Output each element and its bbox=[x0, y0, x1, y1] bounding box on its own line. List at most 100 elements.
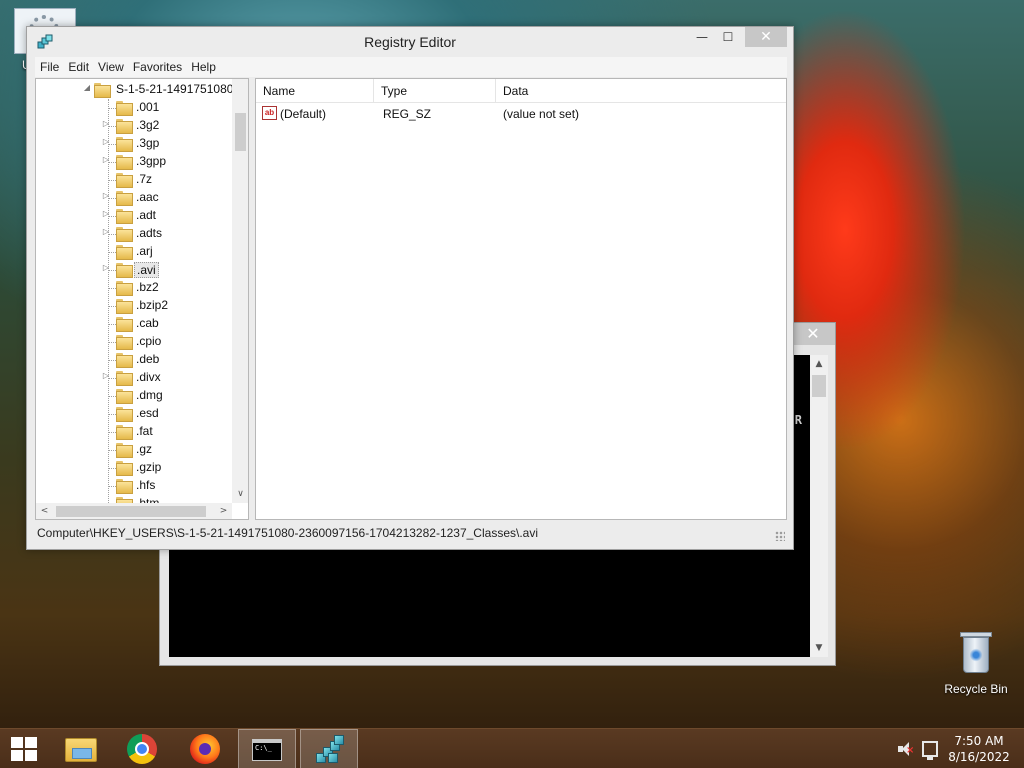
values-list-pane[interactable]: Name Type Data ab (Default) REG_SZ (valu… bbox=[255, 78, 787, 520]
taskbar-file-explorer[interactable] bbox=[52, 729, 110, 768]
console-vertical-scrollbar[interactable]: ▲ ▼ bbox=[810, 355, 828, 657]
title-bar[interactable]: Registry Editor — ☐ ✕ bbox=[27, 27, 793, 57]
tree-item-label: .deb bbox=[136, 352, 160, 366]
tree-item[interactable]: .gzip bbox=[36, 459, 232, 477]
menu-file[interactable]: File bbox=[35, 57, 63, 77]
tree-item-label: .dmg bbox=[136, 388, 163, 402]
menu-edit[interactable]: Edit bbox=[63, 57, 93, 77]
tree-item-label: .gzip bbox=[136, 460, 162, 474]
value-type: REG_SZ bbox=[383, 107, 432, 121]
tree-item[interactable]: .dmg bbox=[36, 387, 232, 405]
file-explorer-icon bbox=[65, 738, 97, 762]
tree-item-label: .001 bbox=[136, 100, 160, 114]
folder-icon bbox=[116, 353, 133, 368]
tree-item[interactable]: ▷ .adts bbox=[36, 225, 232, 243]
column-header-type[interactable]: Type bbox=[374, 79, 496, 103]
folder-icon bbox=[116, 407, 133, 422]
taskbar-firefox[interactable] bbox=[176, 729, 234, 768]
system-clock[interactable]: 7:50 AM 8/16/2022 bbox=[946, 733, 1012, 765]
tree-item[interactable]: .cab bbox=[36, 315, 232, 333]
expand-arrow-icon[interactable]: ▷ bbox=[101, 155, 111, 164]
tree-connector bbox=[108, 306, 116, 307]
expand-arrow-icon[interactable]: ▷ bbox=[101, 371, 111, 380]
tree-hscroll-thumb[interactable] bbox=[56, 506, 206, 517]
tree-connector bbox=[108, 288, 116, 289]
tree-item-label: .aac bbox=[136, 190, 159, 204]
taskbar-registry-editor[interactable] bbox=[300, 729, 358, 768]
menu-help[interactable]: Help bbox=[186, 57, 220, 77]
tree-item[interactable]: ▷ .aac bbox=[36, 189, 232, 207]
tree-connector bbox=[108, 324, 116, 325]
column-header-data[interactable]: Data bbox=[496, 79, 784, 103]
expand-arrow-icon[interactable]: ▷ bbox=[101, 191, 111, 200]
folder-icon bbox=[116, 191, 133, 206]
maximize-button[interactable]: ☐ bbox=[715, 27, 741, 47]
tree-connector bbox=[108, 252, 116, 253]
window-title: Registry Editor bbox=[364, 34, 456, 50]
tree-scroll-thumb[interactable] bbox=[235, 113, 246, 151]
tree-item[interactable]: .7z bbox=[36, 171, 232, 189]
command-prompt-icon: C:\_ bbox=[252, 739, 282, 761]
close-button[interactable]: ✕ bbox=[745, 27, 787, 47]
registry-editor-icon bbox=[314, 735, 346, 765]
chevron-right-icon[interactable]: > bbox=[215, 503, 232, 519]
chevron-left-icon[interactable]: < bbox=[36, 503, 53, 519]
taskbar-chrome[interactable] bbox=[114, 729, 172, 768]
taskbar-command-prompt[interactable]: C:\_ bbox=[238, 729, 296, 768]
tree-item[interactable]: ▷ .3g2 bbox=[36, 117, 232, 135]
tree-item-label: .avi bbox=[134, 262, 159, 278]
tree-connector bbox=[108, 108, 116, 109]
registry-editor-window[interactable]: Registry Editor — ☐ ✕ File Edit View Favori… bbox=[26, 26, 794, 550]
tree-item[interactable]: .esd bbox=[36, 405, 232, 423]
expand-arrow-icon[interactable]: ▷ bbox=[101, 119, 111, 128]
tree-item[interactable]: ▷ .avi bbox=[36, 261, 232, 279]
tree-item[interactable]: .bzip2 bbox=[36, 297, 232, 315]
value-row[interactable]: ab (Default) REG_SZ (value not set) bbox=[256, 105, 786, 123]
value-data: (value not set) bbox=[503, 107, 580, 121]
expand-arrow-icon[interactable]: ▷ bbox=[101, 209, 111, 218]
tree-item-label: .cpio bbox=[136, 334, 162, 348]
scroll-up-icon[interactable]: ▲ bbox=[810, 355, 828, 373]
column-header-name[interactable]: Name bbox=[256, 79, 374, 103]
tree-item[interactable]: ▷ .3gp bbox=[36, 135, 232, 153]
tree-vertical-scrollbar[interactable]: ∨ bbox=[232, 79, 248, 503]
tree-item[interactable]: .deb bbox=[36, 351, 232, 369]
tree-item[interactable]: .fat bbox=[36, 423, 232, 441]
network-icon[interactable] bbox=[922, 741, 938, 760]
tree-item-label: .cab bbox=[136, 316, 159, 330]
tree-item[interactable]: .arj bbox=[36, 243, 232, 261]
tree-item-label: .divx bbox=[136, 370, 161, 384]
resize-grip-icon[interactable] bbox=[775, 531, 785, 541]
scroll-down-icon[interactable]: ▼ bbox=[810, 639, 828, 657]
expand-arrow-icon[interactable]: ▷ bbox=[101, 227, 111, 236]
folder-icon bbox=[116, 263, 133, 278]
expand-arrow-icon[interactable]: ▷ bbox=[101, 137, 111, 146]
recycle-bin-shortcut[interactable]: Recycle Bin bbox=[940, 630, 1012, 696]
minimize-button[interactable]: — bbox=[689, 27, 715, 47]
tree-item[interactable]: ▷ .divx bbox=[36, 369, 232, 387]
key-tree-pane[interactable]: ◢ S-1-5-21-1491751080- .001 ▷ .3g2 ▷ .3gp ▷ .3gp… bbox=[35, 78, 249, 520]
tree-horizontal-scrollbar[interactable]: < > bbox=[36, 503, 232, 519]
scroll-thumb[interactable] bbox=[812, 375, 826, 397]
tree-item[interactable]: ▷ .3gpp bbox=[36, 153, 232, 171]
tree-item[interactable]: .gz bbox=[36, 441, 232, 459]
windows-logo-icon bbox=[11, 737, 37, 761]
tree-item-label: .hfs bbox=[136, 478, 156, 492]
start-button[interactable] bbox=[0, 729, 58, 768]
tree-connector bbox=[108, 486, 116, 487]
expand-arrow-icon[interactable]: ▷ bbox=[101, 263, 111, 272]
tree-item-label: .3gp bbox=[136, 136, 160, 150]
tree-item[interactable]: .001 bbox=[36, 99, 232, 117]
tree-item-label: .fat bbox=[136, 424, 153, 438]
chevron-down-icon[interactable]: ∨ bbox=[232, 486, 248, 503]
tree-item[interactable]: .bz2 bbox=[36, 279, 232, 297]
console-close-button[interactable]: ✕ bbox=[791, 323, 835, 345]
tree-item[interactable]: .cpio bbox=[36, 333, 232, 351]
expand-arrow-icon[interactable]: ◢ bbox=[82, 83, 92, 92]
tree-root-key[interactable]: ◢ S-1-5-21-1491751080- bbox=[36, 81, 237, 99]
menu-view[interactable]: View bbox=[93, 57, 128, 77]
tree-item[interactable]: ▷ .adt bbox=[36, 207, 232, 225]
menu-favorites[interactable]: Favorites bbox=[128, 57, 186, 77]
console-edge-text: R bbox=[794, 413, 802, 427]
tree-item[interactable]: .hfs bbox=[36, 477, 232, 495]
